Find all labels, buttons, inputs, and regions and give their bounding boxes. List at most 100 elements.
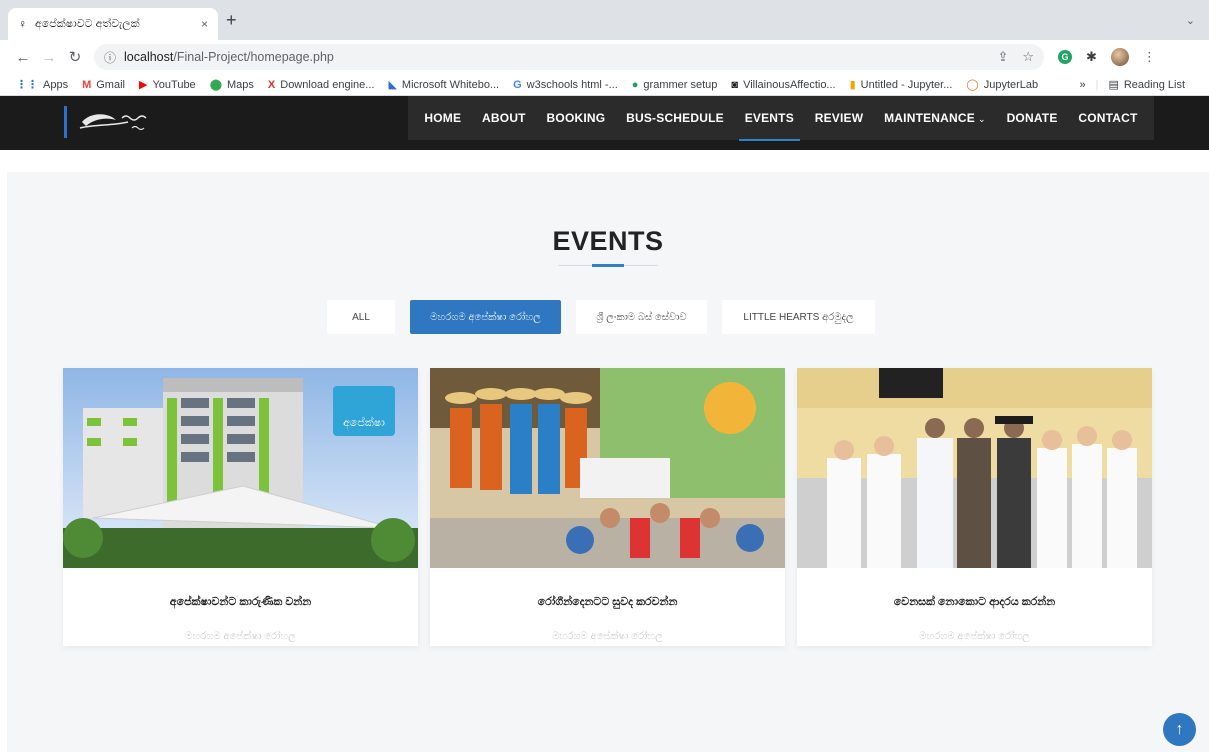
event-card[interactable]: අපේක්ෂා අපේක්ෂාවන්ට කාරුණික වන්න මහරගම අප… (63, 368, 418, 646)
main-nav: HOME ABOUT BOOKING BUS-SCHEDULE EVENTS REVIEW… (408, 96, 1154, 141)
bookmark-star-icon[interactable]: ☆ (1022, 49, 1034, 65)
filter-button[interactable]: ALL (327, 300, 395, 334)
browser-menu-icon[interactable]: ⋮ (1143, 49, 1156, 65)
bookmark-item[interactable]: ⬤ Maps (209, 78, 254, 92)
address-bar[interactable]: ⓘ localhost/Final-Project/homepage.php ⇪… (94, 44, 1044, 70)
event-filters: ALL මහරගම අපේක්ෂා රෝහල ශ්‍රී ලංකාම බස් සේව… (7, 300, 1209, 334)
nav-item-label: BOOKING (546, 111, 606, 125)
bookmark-label: Untitled - Jupyter... (860, 78, 953, 91)
browser-tabstrip: ♀ අපේක්ෂාවට අත්වැලක් × + ⌄ (0, 0, 1209, 40)
filter-button[interactable]: ශ්‍රී ලංකාම බස් සේවාව (576, 300, 707, 334)
more-bookmarks-icon[interactable]: » (1079, 79, 1085, 91)
bookmark-item[interactable]: ▮ Untitled - Jupyter... (849, 78, 953, 92)
maps-icon: ⬤ (209, 79, 222, 91)
browser-tab[interactable]: ♀ අපේක්ෂාවට අත්වැලක් × (8, 8, 218, 40)
grammer-icon: ● (631, 78, 639, 91)
reading-list-label: Reading List (1123, 78, 1185, 91)
bookmark-item[interactable]: ◣ Microsoft Whitebo... (388, 78, 500, 92)
tab-close-icon[interactable]: × (201, 17, 208, 31)
site-header: HOME ABOUT BOOKING BUS-SCHEDULE EVENTS REVIEW… (0, 96, 1209, 150)
logo-divider (64, 106, 67, 138)
download-engine-icon: X (267, 78, 276, 91)
event-category: මහරගම අපේක්ෂා රෝහල (185, 631, 296, 642)
events-section: EVENTS ALL මහරගම අපේක්ෂා රෝහල ශ්‍රී ලංකාම … (7, 172, 1209, 752)
bookmark-item[interactable]: ● grammer setup (632, 79, 718, 91)
back-button[interactable]: ← (10, 49, 36, 66)
apps-icon: ⋮⋮ (16, 79, 38, 91)
event-card[interactable]: රෝගීන්දෙනටට සුවද කරවන්න මහරගම අපේක්ෂා රෝහ… (430, 368, 785, 646)
nav-item-booking[interactable]: BOOKING (547, 107, 606, 129)
nav-item-bus-schedule[interactable]: BUS-SCHEDULE (626, 107, 724, 129)
title-underline-accent (592, 264, 624, 267)
bookmark-item[interactable]: ◯ JupyterLab (966, 78, 1039, 92)
nav-item-events[interactable]: EVENTS (738, 107, 801, 141)
bookmark-label: grammer setup (643, 78, 718, 91)
bookmark-item[interactable]: ◙ VillainousAffectio... (731, 79, 835, 91)
back-to-top-button[interactable]: ↑ (1163, 713, 1196, 746)
tab-title: අපේක්ෂාවට අත්වැලක් (35, 17, 140, 30)
bookmark-item[interactable]: M Gmail (82, 79, 125, 91)
event-cards: අපේක්ෂා අපේක්ෂාවන්ට කාරුණික වන්න මහරගම අප… (63, 368, 1152, 646)
section-title: EVENTS (552, 226, 664, 256)
gmail-icon: M (82, 78, 92, 91)
villainous-icon: ◙ (731, 78, 739, 91)
url-host: localhost (124, 50, 174, 64)
nav-item-label: ABOUT (482, 111, 526, 125)
nav-item-label: BUS-SCHEDULE (626, 111, 724, 125)
browser-toolbar: ← → ↻ ⓘ localhost/Final-Project/homepage… (0, 40, 1209, 74)
bookmark-label: JupyterLab (983, 78, 1039, 91)
whiteboard-icon: ◣ (388, 79, 397, 91)
nav-item-maintenance[interactable]: MAINTENANCE ⌄ (884, 107, 986, 129)
profile-avatar[interactable] (1110, 48, 1129, 66)
event-title: රෝගීන්දෙනටට සුවද කරවන්න (537, 596, 678, 608)
bookmark-label: VillainousAffectio... (743, 78, 836, 91)
chevron-down-icon: ⌄ (977, 114, 986, 124)
jupyterlab-icon: ◯ (966, 79, 979, 91)
bookmark-label: Gmail (96, 78, 125, 91)
event-title: අපේක්ෂාවන්ට කාරුණික වන්න (169, 596, 312, 608)
jupyter-untitled-icon: ▮ (849, 79, 856, 91)
event-image: අපේක්ෂා (63, 368, 418, 568)
nav-item-contact[interactable]: CONTACT (1078, 107, 1137, 129)
event-title: වෙනසක් නොකොට ආදරය කරන්න (893, 596, 1056, 608)
reload-button[interactable]: ↻ (62, 48, 88, 66)
bookmark-label: YouTube (152, 78, 196, 91)
nav-item-label: MAINTENANCE (884, 111, 975, 125)
bookmark-item[interactable]: ⋮⋮ Apps (16, 78, 69, 92)
bookmark-label: Apps (43, 78, 69, 91)
bookmark-label: Download engine... (280, 78, 375, 91)
filter-button[interactable]: මහරගම අපේක්ෂා රෝහල (410, 300, 561, 334)
extensions-puzzle-icon[interactable]: ✱ (1086, 49, 1097, 65)
nav-item-donate[interactable]: DONATE (1007, 107, 1058, 129)
nav-item-label: HOME (424, 111, 462, 125)
event-image (430, 368, 785, 568)
youtube-icon: ▶ (138, 79, 148, 91)
bookmark-item[interactable]: Gw3schools html -... (513, 79, 618, 91)
reading-list[interactable]: ▤ Reading List (1108, 78, 1185, 92)
grammarly-extension-icon[interactable]: G (1058, 50, 1072, 64)
nav-item-review[interactable]: REVIEW (815, 107, 864, 129)
reading-list-icon: ▤ (1108, 79, 1119, 91)
nav-item-home[interactable]: HOME (424, 107, 461, 129)
nav-item-about[interactable]: ABOUT (482, 107, 526, 129)
bookmark-item[interactable]: ▶ YouTube (138, 78, 196, 92)
bookmark-label: Microsoft Whitebo... (401, 78, 500, 91)
event-image (797, 368, 1152, 568)
nav-item-label: DONATE (1006, 111, 1058, 125)
nav-item-label: EVENTS (744, 111, 794, 125)
tab-search-chevron-icon[interactable]: ⌄ (1186, 14, 1195, 27)
bookmark-item[interactable]: X Download engine... (268, 79, 375, 91)
site-info-icon[interactable]: ⓘ (104, 49, 116, 66)
google-icon: G (513, 78, 522, 91)
event-category: මහරගම අපේක්ෂා රෝහල (552, 631, 663, 642)
filter-button[interactable]: LITTLE HEARTS අරමුදල (722, 300, 875, 334)
site-logo[interactable] (76, 108, 166, 138)
url-path: /Final-Project/homepage.php (173, 50, 334, 64)
nav-item-label: CONTACT (1078, 111, 1138, 125)
svg-text:අපේක්ෂා: අපේක්ෂා (343, 415, 385, 430)
forward-button[interactable]: → (36, 49, 62, 66)
event-category: මහරගම අපේක්ෂා රෝහල (919, 631, 1030, 642)
event-card[interactable]: වෙනසක් නොකොට ආදරය කරන්න මහරගම අපේක්ෂා රෝහ… (797, 368, 1152, 646)
share-icon[interactable]: ⇪ (997, 49, 1008, 65)
new-tab-button[interactable]: + (226, 10, 237, 31)
